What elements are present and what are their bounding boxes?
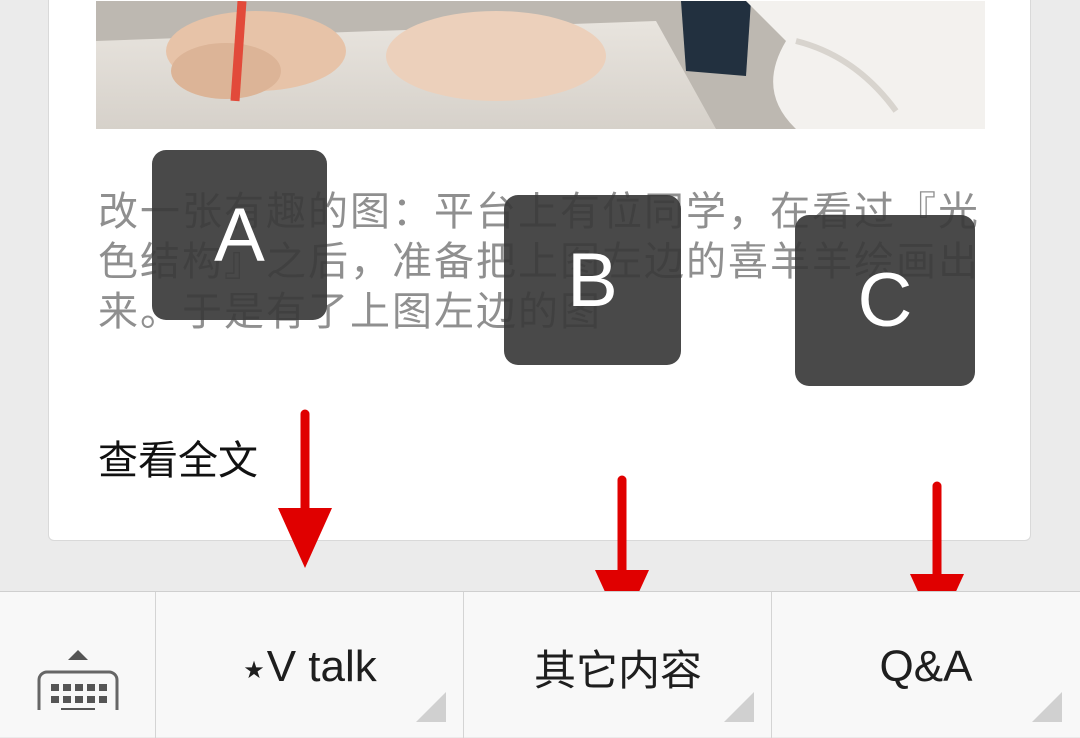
menu-item-other-content-label: 其它内容 [533,645,702,695]
keyboard-toggle-button[interactable] [0,592,156,738]
read-full-article-link[interactable]: 查看全文 [98,437,258,485]
submenu-corner-icon [724,692,754,722]
v-talk-text: V talk [266,642,377,691]
menu-item-qa[interactable]: Q&A [771,592,1080,738]
annotation-badge-c: C [795,215,975,386]
menu-item-v-talk-label: ★V talk [243,642,377,692]
submenu-corner-icon [416,692,446,722]
star-icon: ★ [243,657,265,684]
article-cover-image [96,1,985,129]
submenu-corner-icon [1032,692,1062,722]
arrow-down-icon-a [278,409,332,568]
annotation-badge-a: A [152,150,327,320]
bottom-menu-bar: ★V talk 其它内容 Q&A [0,591,1080,738]
keyboard-icon [37,650,119,710]
annotation-badge-b: B [504,195,681,365]
menu-item-other-content[interactable]: 其它内容 [463,592,772,738]
menu-item-qa-label: Q&A [879,642,973,691]
menu-item-v-talk[interactable]: ★V talk [155,592,464,738]
